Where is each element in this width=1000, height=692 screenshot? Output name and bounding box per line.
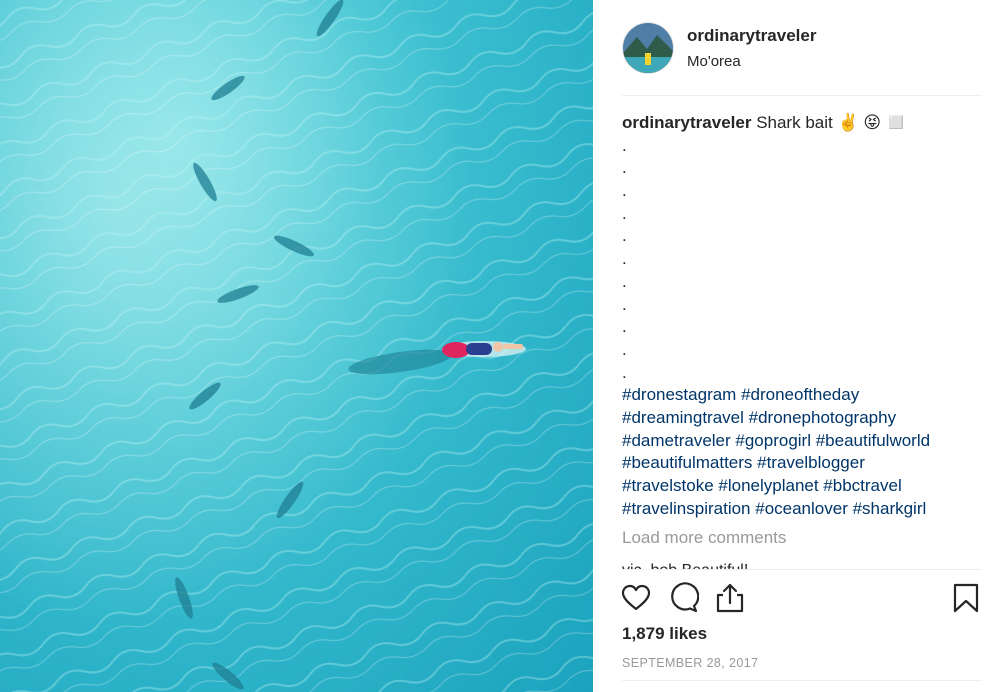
caption-dot: . xyxy=(622,317,627,337)
post-caption: ordinarytraveler Shark bait ✌️ 😝 ◻️ . . … xyxy=(622,112,982,520)
caption-dot: . xyxy=(622,203,627,223)
caption-text: Shark bait ✌️ 😝 ◻️ xyxy=(756,113,907,132)
footer-divider xyxy=(622,680,982,681)
hashtag-block: #dronestagram #droneoftheday #dreamingtr… xyxy=(622,384,982,520)
aerial-ocean-image xyxy=(0,0,593,692)
header-username[interactable]: ordinarytraveler xyxy=(687,26,816,46)
caption-dot: . xyxy=(622,181,627,201)
post-photo[interactable] xyxy=(0,0,593,692)
share-button[interactable] xyxy=(714,582,746,614)
hashtag-line[interactable]: #travelinspiration #oceanlover #sharkgir… xyxy=(622,498,982,521)
caption-dot: . xyxy=(622,294,627,314)
hashtag-line[interactable]: #dronestagram #droneoftheday xyxy=(622,384,982,407)
caption-dot: . xyxy=(622,135,627,155)
caption-username[interactable]: ordinarytraveler xyxy=(622,113,751,132)
location-link[interactable]: Mo'orea xyxy=(687,53,816,70)
post-side-panel: ordinarytraveler Mo'orea ordinarytravele… xyxy=(593,0,1000,692)
hashtag-line[interactable]: #dreamingtravel #dronephotography xyxy=(622,407,982,430)
bookmark-icon xyxy=(953,583,979,613)
header-divider xyxy=(622,95,982,96)
heart-outline-icon xyxy=(621,584,651,611)
save-button[interactable] xyxy=(950,582,982,614)
hashtag-line[interactable]: #travelstoke #lonelyplanet #bbctravel xyxy=(622,475,982,498)
caption-dot: . xyxy=(622,362,627,382)
caption-dot: . xyxy=(622,249,627,269)
avatar[interactable] xyxy=(622,22,674,74)
load-more-comments-button[interactable]: Load more comments xyxy=(622,528,786,548)
post-header: ordinarytraveler Mo'orea xyxy=(622,22,816,74)
comments-divider xyxy=(622,569,982,570)
hashtag-line[interactable]: #dametraveler #goprogirl #beautifulworld xyxy=(622,430,982,453)
share-upload-icon xyxy=(716,583,744,613)
hashtag-line[interactable]: #beautifulmatters #travelblogger xyxy=(622,452,982,475)
caption-dot: . xyxy=(622,339,627,359)
like-button[interactable] xyxy=(620,582,652,614)
post-actions xyxy=(620,582,984,616)
comment-button[interactable] xyxy=(667,582,700,614)
caption-dot: . xyxy=(622,226,627,246)
likes-count[interactable]: 1,879 likes xyxy=(622,624,707,644)
comment-bubble-icon xyxy=(671,582,700,613)
caption-dot: . xyxy=(622,158,627,178)
caption-dot: . xyxy=(622,271,627,291)
post-date[interactable]: SEPTEMBER 28, 2017 xyxy=(622,656,758,670)
